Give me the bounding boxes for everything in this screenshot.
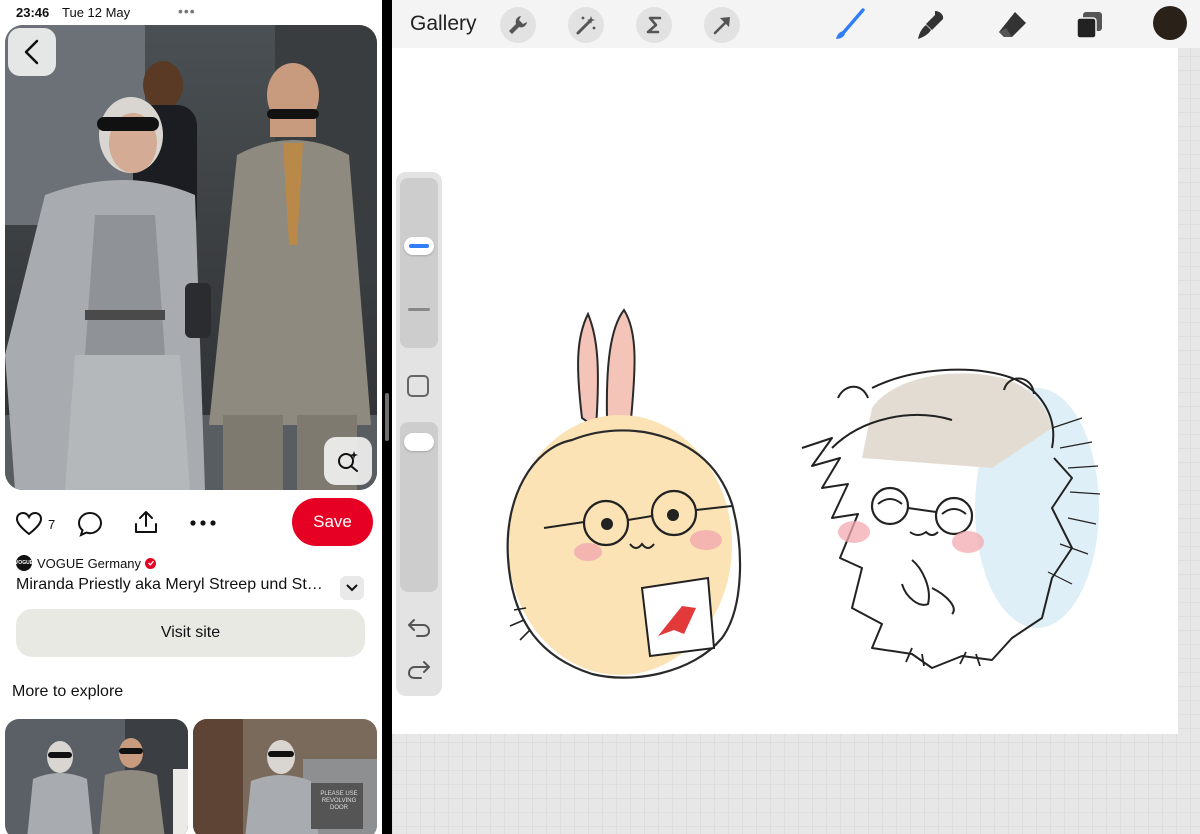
actions-button[interactable] xyxy=(500,7,536,43)
back-button[interactable] xyxy=(8,28,56,76)
magic-wand-icon xyxy=(576,16,596,35)
transform-icon xyxy=(713,17,730,35)
visit-site-button[interactable]: Visit site xyxy=(16,609,365,657)
eraser-icon xyxy=(999,12,1026,37)
smudge-icon xyxy=(918,11,944,39)
heart-icon xyxy=(16,512,42,536)
more-options-button[interactable] xyxy=(189,515,217,531)
hamster-drawing xyxy=(801,368,1101,669)
split-view-divider[interactable] xyxy=(382,0,392,834)
gallery-button[interactable]: Gallery xyxy=(410,12,477,36)
adjustments-button[interactable] xyxy=(568,7,604,43)
brush-icon xyxy=(836,8,865,39)
share-button[interactable] xyxy=(133,509,159,535)
lens-search-icon xyxy=(338,451,358,472)
undo-icon xyxy=(408,619,430,637)
rabbit-drawing xyxy=(506,308,742,679)
save-button[interactable]: Save xyxy=(292,498,373,546)
split-view-handle[interactable] xyxy=(385,393,389,441)
more-to-explore-heading: More to explore xyxy=(12,683,124,700)
related-pin-thumbnail[interactable] xyxy=(5,719,188,834)
eraser-tool-button[interactable] xyxy=(993,6,1031,44)
comment-icon xyxy=(77,511,103,537)
undo-button[interactable] xyxy=(405,616,433,640)
expand-description-button[interactable] xyxy=(340,576,364,600)
drawing-canvas[interactable] xyxy=(392,48,1178,734)
brush-sidebar xyxy=(396,172,442,696)
canvas-artwork xyxy=(506,308,1101,679)
color-picker-button[interactable] xyxy=(1153,6,1187,40)
slider-tick xyxy=(408,308,430,311)
status-date: Tue 12 May xyxy=(62,5,131,20)
share-icon xyxy=(135,511,157,533)
brush-opacity-slider[interactable] xyxy=(400,422,438,592)
pin-source[interactable]: VOGUE VOGUE Germany xyxy=(15,555,157,571)
verified-icon xyxy=(145,557,157,569)
wrench-icon xyxy=(509,16,527,34)
smudge-tool-button[interactable] xyxy=(911,6,949,44)
status-time: 23:46 xyxy=(16,5,50,20)
procreate-pane: Gallery xyxy=(392,0,1200,834)
chevron-left-icon xyxy=(24,39,39,65)
selection-button[interactable] xyxy=(636,7,672,43)
source-name: VOGUE Germany xyxy=(37,555,142,571)
multitask-dots[interactable]: ••• xyxy=(178,3,196,19)
redo-icon xyxy=(408,661,430,679)
status-bar: 23:46 Tue 12 May ••• xyxy=(0,0,382,24)
pin-photo xyxy=(5,25,377,490)
related-pin-thumbnail[interactable]: PLEASE USE REVOLVING DOOR xyxy=(193,719,377,834)
toolbar: Gallery xyxy=(392,0,1200,48)
redo-button[interactable] xyxy=(405,658,433,682)
pin-title: Miranda Priestly aka Meryl Streep und St… xyxy=(16,576,326,593)
like-count: 7 xyxy=(48,516,56,532)
visual-search-button[interactable] xyxy=(324,437,372,485)
modify-button[interactable] xyxy=(407,375,429,397)
like-button[interactable]: 7 xyxy=(16,512,55,536)
brush-size-knob[interactable] xyxy=(404,236,434,255)
brush-tool-button[interactable] xyxy=(830,6,868,44)
layers-icon xyxy=(1076,12,1102,39)
brush-size-slider[interactable] xyxy=(400,178,438,348)
thumbnail-sign-text: PLEASE USE REVOLVING DOOR xyxy=(320,791,358,811)
comment-button[interactable] xyxy=(77,511,103,537)
source-logo: VOGUE xyxy=(15,555,33,571)
more-dots-icon xyxy=(190,520,216,526)
pin-image[interactable] xyxy=(5,25,377,490)
brush-size-indicator xyxy=(409,243,429,248)
selection-icon xyxy=(646,16,662,34)
layers-button[interactable] xyxy=(1071,6,1109,44)
pinterest-pane: 23:46 Tue 12 May ••• 7 Save VOGUE VOGUE … xyxy=(0,0,382,834)
brush-opacity-knob[interactable] xyxy=(404,433,434,452)
transform-button[interactable] xyxy=(704,7,740,43)
chevron-down-icon xyxy=(346,584,358,592)
